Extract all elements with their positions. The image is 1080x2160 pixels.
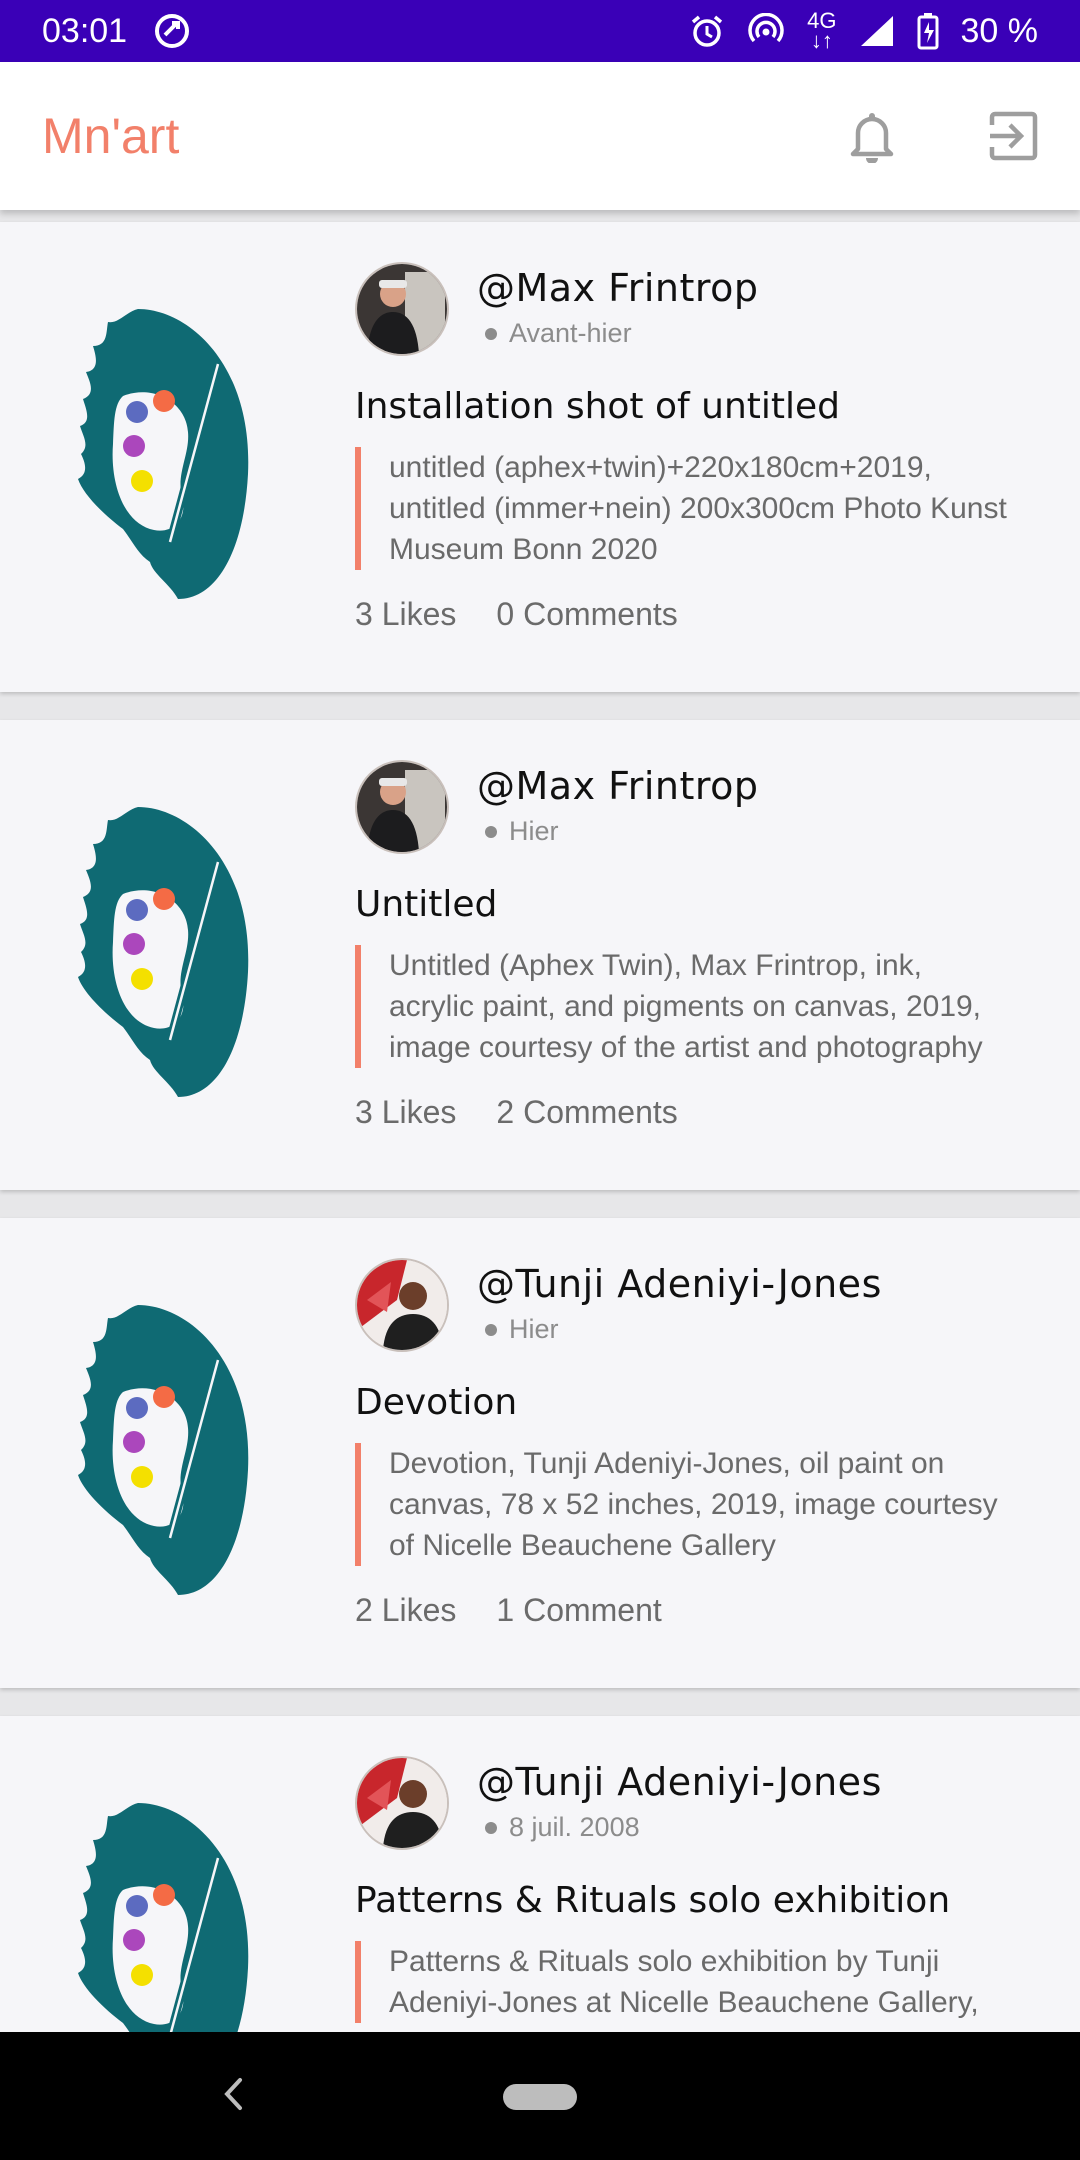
likes-count[interactable]: 3 Likes	[355, 1094, 456, 1131]
post-card[interactable]: @Tunji Adeniyi-Jones 8 juil. 2008 Patter…	[0, 1716, 1080, 2032]
palette-logo-icon	[78, 1803, 249, 2032]
post-date: Avant-hier	[477, 318, 759, 349]
avatar-max-icon	[357, 762, 447, 852]
post-date: 8 juil. 2008	[477, 1812, 882, 1843]
likes-count[interactable]: 3 Likes	[355, 596, 456, 633]
post-card[interactable]: @Max Frintrop Hier Untitled Untitled (Ap…	[0, 720, 1080, 1190]
post-description: Patterns & Rituals solo exhibition by Tu…	[355, 1941, 1015, 2023]
post-feed[interactable]: @Max Frintrop Avant-hier Installation sh…	[0, 210, 1080, 2032]
status-time: 03:01	[42, 11, 128, 50]
data-saver-icon	[153, 12, 191, 50]
bell-icon	[850, 113, 894, 163]
avatar[interactable]	[355, 760, 449, 854]
notifications-button[interactable]	[848, 109, 896, 163]
palette-logo-icon	[78, 807, 249, 1097]
post-date: Hier	[477, 816, 759, 847]
post-description: Untitled (Aphex Twin), Max Frintrop, ink…	[355, 945, 1015, 1068]
app-bar: Mn'art	[0, 62, 1080, 210]
likes-count[interactable]: 2 Likes	[355, 1592, 456, 1629]
post-title: Untitled	[355, 884, 498, 925]
chevron-left-icon	[224, 2078, 242, 2110]
date-dot-icon	[485, 1323, 497, 1336]
avatar[interactable]	[355, 262, 449, 356]
post-description: Devotion, Tunji Adeniyi-Jones, oil paint…	[355, 1443, 1015, 1566]
post-date: Hier	[477, 1314, 882, 1345]
date-dot-icon	[485, 1821, 497, 1834]
back-button[interactable]	[222, 2076, 244, 2117]
avatar-max-icon	[357, 264, 447, 354]
network-type-icon: 4G ↓↑	[807, 8, 837, 53]
logout-icon	[989, 111, 1038, 161]
post-description: untitled (aphex+twin)+220x180cm+2019, un…	[355, 447, 1015, 570]
author-name[interactable]: @Max Frintrop	[477, 264, 759, 312]
post-card[interactable]: @Tunji Adeniyi-Jones Hier Devotion Devot…	[0, 1218, 1080, 1688]
post-card[interactable]: @Max Frintrop Avant-hier Installation sh…	[0, 222, 1080, 692]
battery-level: 30 %	[960, 11, 1039, 50]
post-date-label: Hier	[509, 1314, 559, 1344]
comments-count[interactable]: 1 Comment	[496, 1592, 661, 1629]
avatar-tunji-icon	[357, 1260, 447, 1350]
author-name[interactable]: @Max Frintrop	[477, 762, 759, 810]
alarm-icon	[689, 13, 725, 49]
avatar-tunji-icon	[357, 1758, 447, 1848]
battery-charging-icon	[917, 12, 939, 50]
palette-logo-icon	[78, 1305, 249, 1595]
author-name[interactable]: @Tunji Adeniyi-Jones	[477, 1260, 882, 1308]
network-type-label: 4G	[807, 8, 837, 33]
palette-logo-icon	[78, 309, 249, 599]
date-dot-icon	[485, 825, 497, 838]
hotspot-icon	[747, 13, 785, 49]
post-title: Patterns & Rituals solo exhibition	[355, 1880, 951, 1921]
comments-count[interactable]: 0 Comments	[496, 596, 677, 633]
home-pill-button[interactable]	[503, 2084, 577, 2110]
post-date-label: Avant-hier	[509, 318, 632, 348]
signal-icon	[859, 14, 895, 48]
post-title: Installation shot of untitled	[355, 386, 840, 427]
avatar[interactable]	[355, 1756, 449, 1850]
status-bar: 03:01 4G ↓↑ 30 %	[0, 0, 1080, 62]
app-title: Mn'art	[42, 108, 180, 164]
author-name[interactable]: @Tunji Adeniyi-Jones	[477, 1758, 882, 1806]
date-dot-icon	[485, 327, 497, 340]
post-date-label: Hier	[509, 816, 559, 846]
avatar[interactable]	[355, 1258, 449, 1352]
post-date-label: 8 juil. 2008	[509, 1812, 640, 1842]
comments-count[interactable]: 2 Comments	[496, 1094, 677, 1131]
logout-button[interactable]	[988, 111, 1038, 161]
system-navigation-bar	[0, 2032, 1080, 2160]
post-title: Devotion	[355, 1382, 518, 1423]
